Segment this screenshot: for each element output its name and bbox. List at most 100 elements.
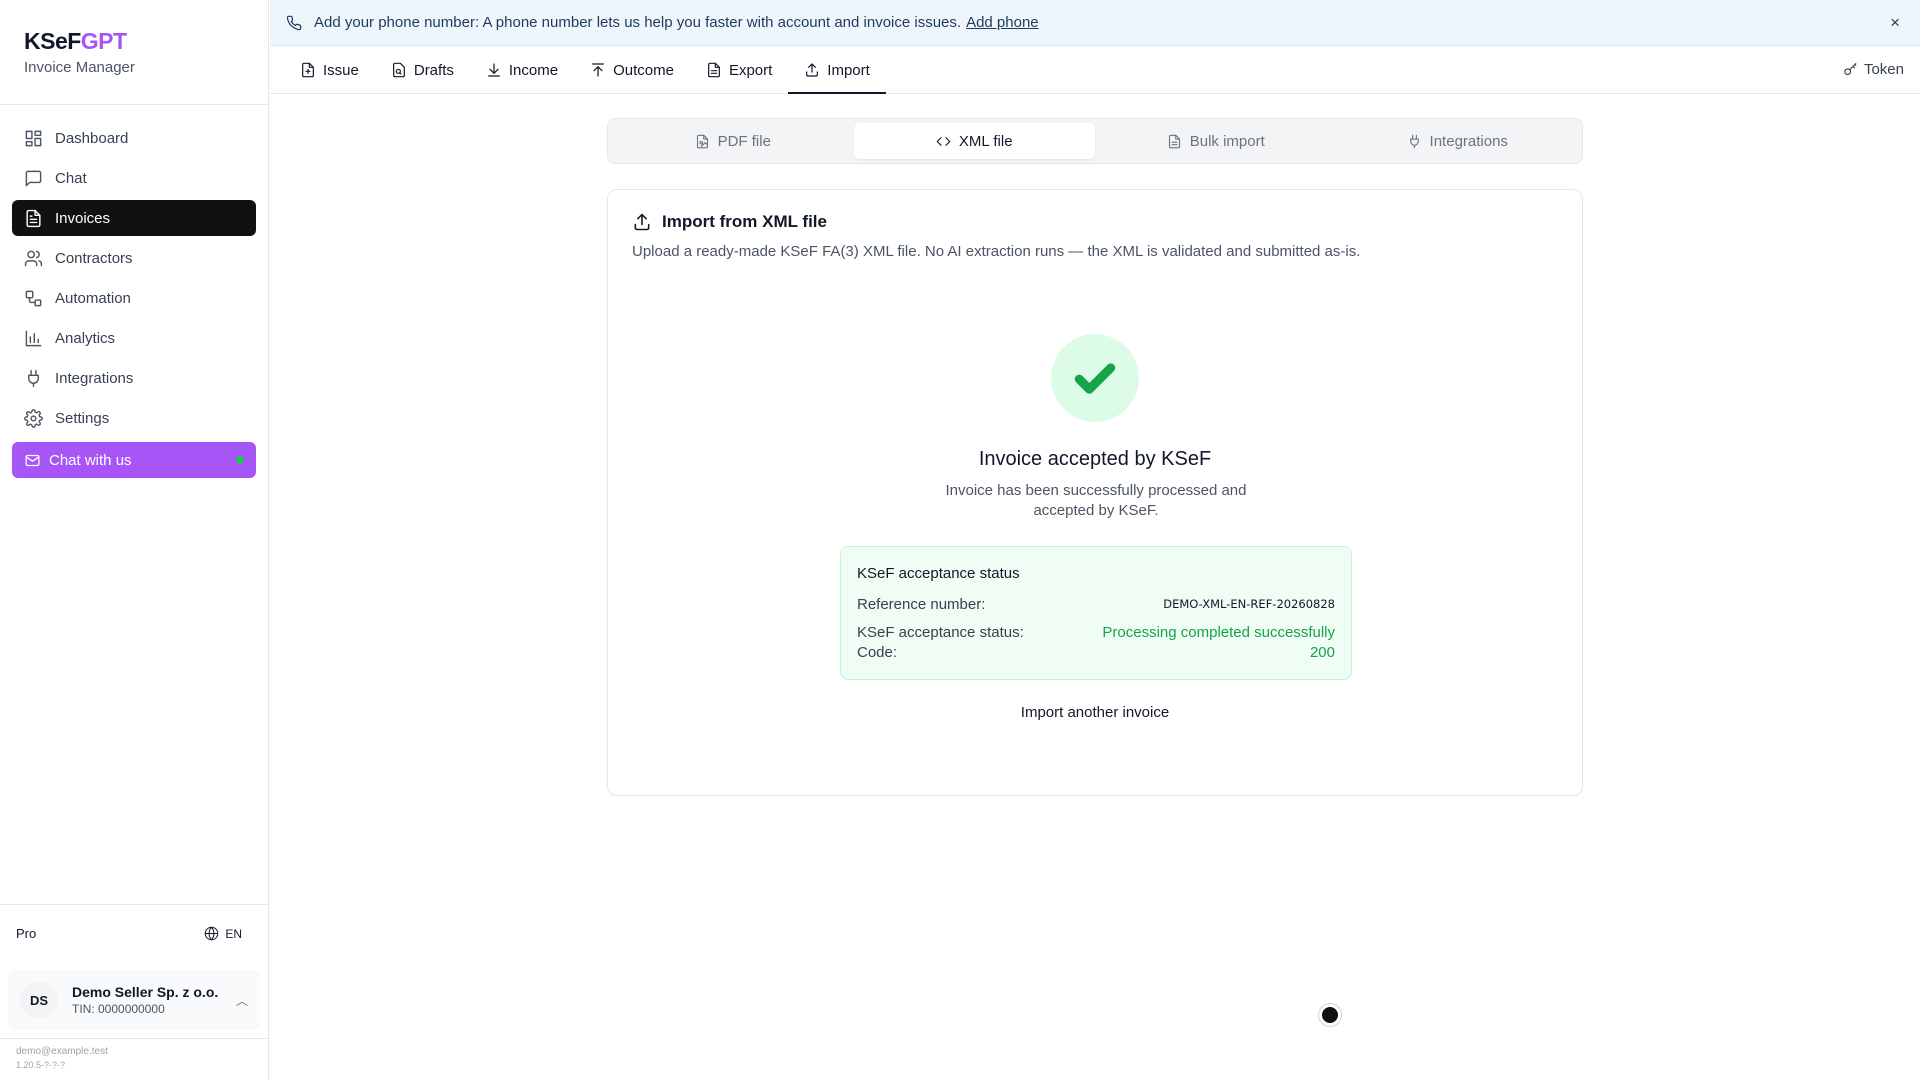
key-icon [1844, 62, 1857, 76]
mail-icon [25, 454, 40, 466]
reference-number-label: Reference number: [857, 596, 986, 613]
sidebar-item-integrations[interactable]: Integrations [12, 360, 256, 396]
sidebar-item-dashboard[interactable]: Dashboard [12, 120, 256, 156]
pdf-icon [696, 134, 708, 148]
account-switcher[interactable]: DS Demo Seller Sp. z o.o. TIN: 000000000… [8, 970, 260, 1030]
tab-label: Income [508, 61, 559, 79]
close-icon[interactable]: × [1890, 13, 1900, 33]
online-status-dot [236, 456, 244, 464]
tab-label: Issue [323, 61, 359, 79]
tab-export[interactable]: Export [690, 47, 788, 93]
tab-label: Drafts [413, 61, 454, 79]
dashboard-icon [25, 130, 42, 146]
account-name: Demo Seller Sp. z o.o. [72, 984, 219, 1000]
footer-divider [0, 1038, 268, 1039]
sidebar-nav: Dashboard Chat Invoices Contractors Auto… [12, 120, 256, 478]
tab-label: Export [728, 61, 773, 79]
phone-banner: Add your phone number: A phone number le… [270, 0, 1920, 46]
chevron-up-icon: ︿ [235, 993, 248, 1008]
app-version: 1.20.5-?-?-? [16, 1060, 66, 1070]
sidebar-item-label: Integrations [55, 369, 134, 387]
card-title-text: Import from XML file [662, 212, 827, 231]
sidebar: KSeFGPT Invoice Manager Dashboard Chat I… [0, 0, 269, 1080]
automation-icon [25, 290, 42, 306]
plug-icon [28, 369, 39, 387]
file-plus-icon [302, 62, 314, 78]
sidebar-item-automation[interactable]: Automation [12, 280, 256, 316]
add-phone-link[interactable]: Add phone [966, 14, 1039, 31]
import-another-button[interactable]: Import another invoice [608, 704, 1582, 721]
brand[interactable]: KSeFGPT Invoice Manager [24, 28, 135, 76]
plan-row: Pro EN [0, 904, 268, 962]
ksef-status-box: KSeF acceptance status Reference number:… [840, 546, 1352, 680]
token-label: Token [1863, 61, 1904, 78]
invoice-icon [26, 209, 41, 227]
tab-issue[interactable]: Issue [284, 47, 375, 93]
chat-with-us-label: Chat with us [49, 451, 132, 469]
result-title: Invoice accepted by KSeF [978, 448, 1212, 470]
sidebar-item-settings[interactable]: Settings [12, 400, 256, 436]
users-icon [24, 250, 43, 266]
files-icon [1168, 134, 1180, 148]
sidebar-item-label: Chat [55, 169, 87, 187]
sidebar-item-label: Invoices [55, 209, 111, 227]
cursor-indicator [1319, 1004, 1341, 1026]
tab-outcome[interactable]: Outcome [574, 47, 690, 93]
subtab-bulk-import[interactable]: Bulk import [1095, 123, 1337, 159]
upload-icon [806, 63, 819, 77]
user-email: demo@example.test [16, 1046, 108, 1057]
language-label: EN [225, 926, 242, 941]
sidebar-item-invoices[interactable]: Invoices [12, 200, 256, 236]
tab-income[interactable]: Income [470, 47, 574, 93]
globe-icon [205, 926, 219, 941]
sidebar-divider [0, 104, 268, 105]
sidebar-item-label: Contractors [55, 249, 133, 267]
token-button[interactable]: Token [1843, 61, 1904, 78]
upload-icon [592, 63, 605, 77]
account-info: Demo Seller Sp. z o.o. TIN: 0000000000 [72, 984, 218, 1016]
code-label: Code: [857, 644, 898, 661]
sidebar-item-analytics[interactable]: Analytics [12, 320, 256, 356]
sidebar-item-label: Dashboard [55, 129, 129, 147]
phone-icon [286, 15, 302, 30]
upload-icon [634, 213, 650, 231]
banner-text: Add your phone number: A phone number le… [314, 14, 962, 31]
account-tin: TIN: 0000000000 [72, 1002, 165, 1016]
language-switcher[interactable]: EN [204, 926, 242, 941]
avatar: DS [20, 981, 58, 1019]
acceptance-status-label: KSeF acceptance status: [857, 624, 1024, 641]
subtab-label: XML file [958, 132, 1013, 150]
brand-logo: KSeFGPT [24, 28, 135, 55]
sidebar-item-label: Settings [55, 409, 110, 427]
status-title: KSeF acceptance status [857, 565, 1020, 582]
plan-badge: Pro [16, 926, 37, 941]
brand-name-accent: GPT [80, 28, 127, 54]
gear-icon [24, 408, 43, 428]
subtab-label: Integrations [1429, 132, 1508, 150]
subtab-label: PDF file [717, 132, 771, 150]
success-badge [1051, 334, 1139, 422]
code-value: 200 [1309, 644, 1335, 661]
chat-icon [25, 170, 42, 186]
sidebar-item-contractors[interactable]: Contractors [12, 240, 256, 276]
plug-icon [1409, 134, 1419, 148]
acceptance-status-value: Processing completed successfully [1102, 624, 1335, 641]
subtab-integrations[interactable]: Integrations [1337, 123, 1579, 159]
subtab-xml-file[interactable]: XML file [853, 123, 1095, 159]
tab-import[interactable]: Import [788, 47, 886, 94]
brand-subtitle: Invoice Manager [24, 59, 135, 76]
sidebar-item-label: Automation [55, 289, 131, 307]
chat-with-us-button[interactable]: Chat with us [12, 442, 256, 478]
check-icon [1074, 363, 1116, 394]
sidebar-item-chat[interactable]: Chat [12, 160, 256, 196]
drafts-icon [392, 62, 405, 78]
code-icon [936, 136, 951, 146]
card-title: Import from XML file [632, 212, 827, 232]
subtab-label: Bulk import [1189, 132, 1265, 150]
import-source-tabs: PDF file XML file Bulk import Integratio… [607, 118, 1583, 164]
result-description: Invoice has been successfully processed … [945, 482, 1247, 519]
reference-number-value: DEMO-XML-EN-REF-20260828 [1163, 597, 1335, 611]
subtab-pdf-file[interactable]: PDF file [612, 123, 854, 159]
tab-drafts[interactable]: Drafts [375, 47, 470, 93]
document-icon [708, 62, 720, 78]
